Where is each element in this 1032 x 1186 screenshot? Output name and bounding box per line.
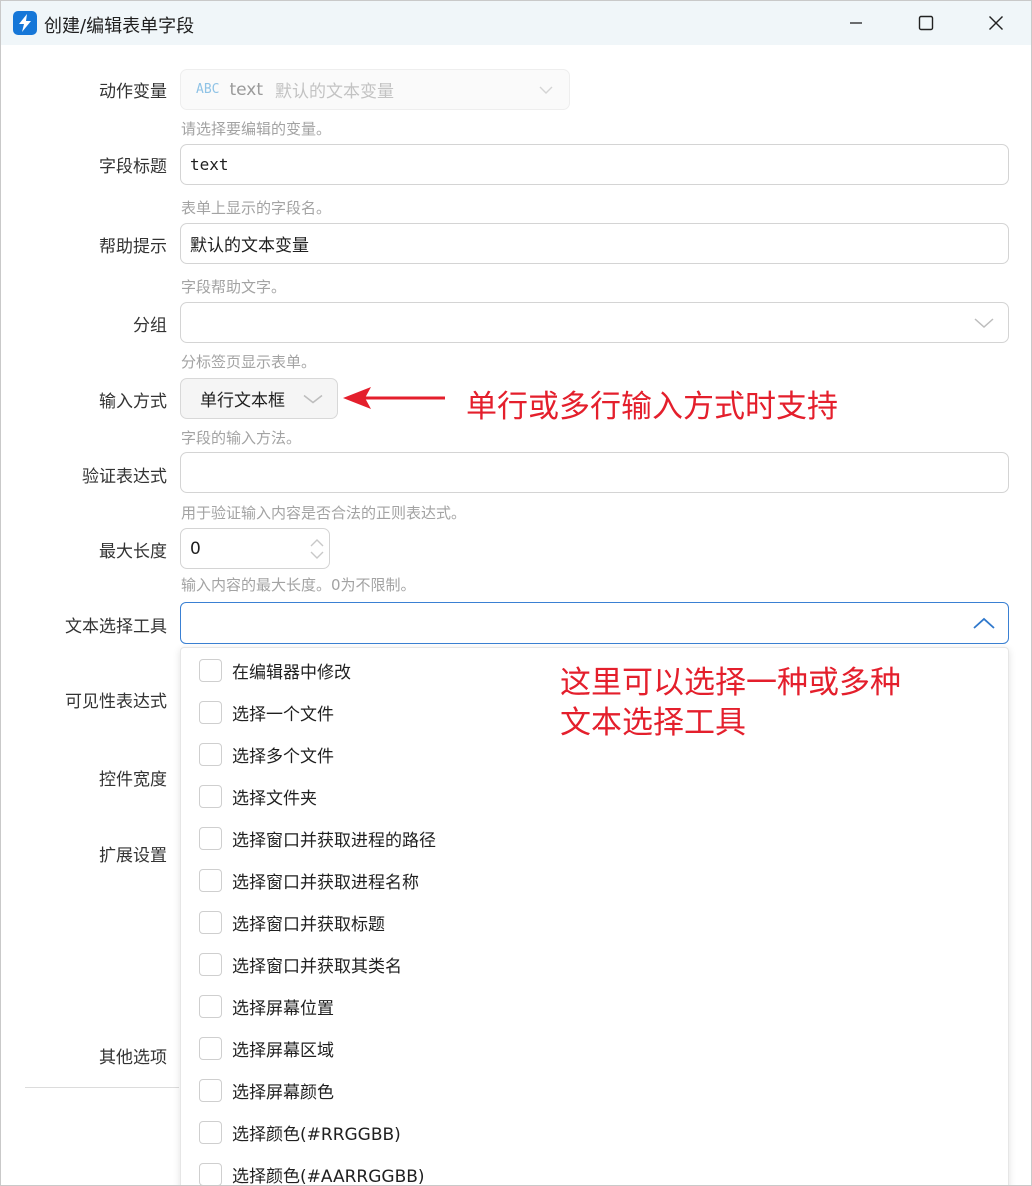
checkbox[interactable] [199, 1036, 222, 1060]
input-mode-select[interactable]: 单行文本框 [180, 378, 338, 419]
field-title-hint: 表单上显示的字段名。 [181, 199, 332, 217]
field-title-label: 字段标题 [99, 157, 167, 177]
window-title: 创建/编辑表单字段 [44, 16, 195, 37]
option-label: 选择一个文件 [232, 704, 334, 725]
dropdown-option[interactable]: 选择窗口并获取进程的路径 [181, 817, 1008, 859]
help-tip-hint: 字段帮助文字。 [181, 278, 287, 296]
action-var-hint: 请选择要编辑的变量。 [181, 120, 332, 138]
action-var-label: 动作变量 [99, 82, 167, 102]
control-width-label: 控件宽度 [99, 770, 167, 790]
close-button[interactable] [961, 1, 1031, 45]
text-tools-label: 文本选择工具 [65, 617, 167, 637]
chevron-down-icon [974, 317, 994, 328]
text-tools-select[interactable] [180, 602, 1009, 644]
ext-settings-label: 扩展设置 [99, 846, 167, 866]
option-label: 选择屏幕位置 [232, 998, 334, 1019]
help-tip-label: 帮助提示 [99, 237, 167, 257]
max-length-hint: 输入内容的最大长度。0为不限制。 [181, 576, 416, 594]
dialog-window: 创建/编辑表单字段 动作变量 ABC text 默认的文本变量 请选择要编辑的变… [0, 0, 1032, 1186]
checkbox[interactable] [199, 1162, 222, 1185]
lightning-icon [13, 11, 37, 35]
validation-hint: 用于验证输入内容是否合法的正则表达式。 [181, 504, 467, 522]
group-label: 分组 [133, 316, 167, 336]
checkbox[interactable] [199, 826, 222, 850]
option-label: 选择窗口并获取其类名 [232, 956, 402, 977]
annotation-arrow-icon [343, 387, 445, 409]
dropdown-option[interactable]: 选择屏幕位置 [181, 985, 1008, 1027]
option-label: 选择窗口并获取进程的路径 [232, 830, 436, 851]
checkbox[interactable] [199, 1078, 222, 1102]
group-hint: 分标签页显示表单。 [181, 353, 317, 371]
dropdown-option[interactable]: 选择屏幕颜色 [181, 1069, 1008, 1111]
dropdown-option[interactable]: 选择屏幕区域 [181, 1027, 1008, 1069]
help-tip-input[interactable]: 默认的文本变量 [180, 223, 1009, 264]
annotation-input-mode: 单行或多行输入方式时支持 [466, 389, 838, 425]
minimize-icon [850, 22, 862, 24]
chevron-down-icon [303, 394, 323, 403]
action-var-name: text [229, 79, 264, 100]
checkbox[interactable] [199, 700, 222, 724]
dropdown-option[interactable]: 选择窗口并获取进程名称 [181, 859, 1008, 901]
option-label: 选择文件夹 [232, 788, 317, 809]
close-icon [989, 16, 1003, 30]
maximize-button[interactable] [891, 1, 961, 45]
visibility-label: 可见性表达式 [65, 692, 167, 712]
dropdown-option[interactable]: 选择窗口并获取其类名 [181, 943, 1008, 985]
dropdown-option[interactable]: 选择文件夹 [181, 775, 1008, 817]
dropdown-option[interactable]: 选择窗口并获取标题 [181, 901, 1008, 943]
option-label: 选择屏幕颜色 [232, 1082, 334, 1103]
checkbox[interactable] [199, 952, 222, 976]
help-tip-value: 默认的文本变量 [190, 236, 309, 256]
annotation-dropdown-line2: 文本选择工具 [560, 705, 746, 741]
checkbox[interactable] [199, 994, 222, 1018]
checkbox[interactable] [199, 910, 222, 934]
minimize-button[interactable] [821, 1, 891, 45]
title-bar[interactable]: 创建/编辑表单字段 [1, 1, 1031, 45]
chevron-down-icon [539, 86, 553, 94]
max-length-stepper[interactable]: 0 [180, 528, 330, 569]
input-mode-hint: 字段的输入方法。 [181, 429, 302, 447]
option-label: 选择多个文件 [232, 746, 334, 767]
validation-label: 验证表达式 [82, 467, 167, 487]
maximize-icon [918, 15, 934, 31]
option-label: 选择颜色(#RRGGBB) [232, 1124, 401, 1145]
action-var-select[interactable]: ABC text 默认的文本变量 [180, 69, 570, 110]
option-label: 在编辑器中修改 [232, 662, 351, 683]
chevron-up-icon [973, 617, 995, 629]
annotation-dropdown-line1: 这里可以选择一种或多种 [560, 665, 901, 701]
divider [25, 1087, 179, 1088]
other-options-label: 其他选项 [99, 1048, 167, 1068]
group-select[interactable] [180, 302, 1009, 343]
checkbox[interactable] [199, 1120, 222, 1144]
field-title-input[interactable]: text [180, 144, 1009, 185]
checkbox[interactable] [199, 742, 222, 766]
option-label: 选择窗口并获取进程名称 [232, 872, 419, 893]
max-length-value: 0 [190, 538, 201, 559]
option-label: 选择窗口并获取标题 [232, 914, 385, 935]
checkbox[interactable] [199, 658, 222, 682]
checkbox[interactable] [199, 868, 222, 892]
validation-input[interactable] [180, 452, 1009, 493]
max-length-label: 最大长度 [99, 542, 167, 562]
field-title-value: text [190, 155, 229, 174]
action-var-desc: 默认的文本变量 [275, 82, 395, 102]
checkbox[interactable] [199, 784, 222, 808]
input-mode-value: 单行文本框 [200, 391, 285, 411]
dropdown-option[interactable]: 选择颜色(#RRGGBB) [181, 1111, 1008, 1153]
option-label: 选择颜色(#AARRGGBB) [232, 1166, 425, 1186]
option-label: 选择屏幕区域 [232, 1040, 334, 1061]
abc-type-icon: ABC [196, 82, 220, 97]
dropdown-option[interactable]: 选择颜色(#AARRGGBB) [181, 1153, 1008, 1186]
spinner-arrows-icon[interactable] [309, 537, 325, 561]
input-mode-label: 输入方式 [99, 392, 167, 412]
